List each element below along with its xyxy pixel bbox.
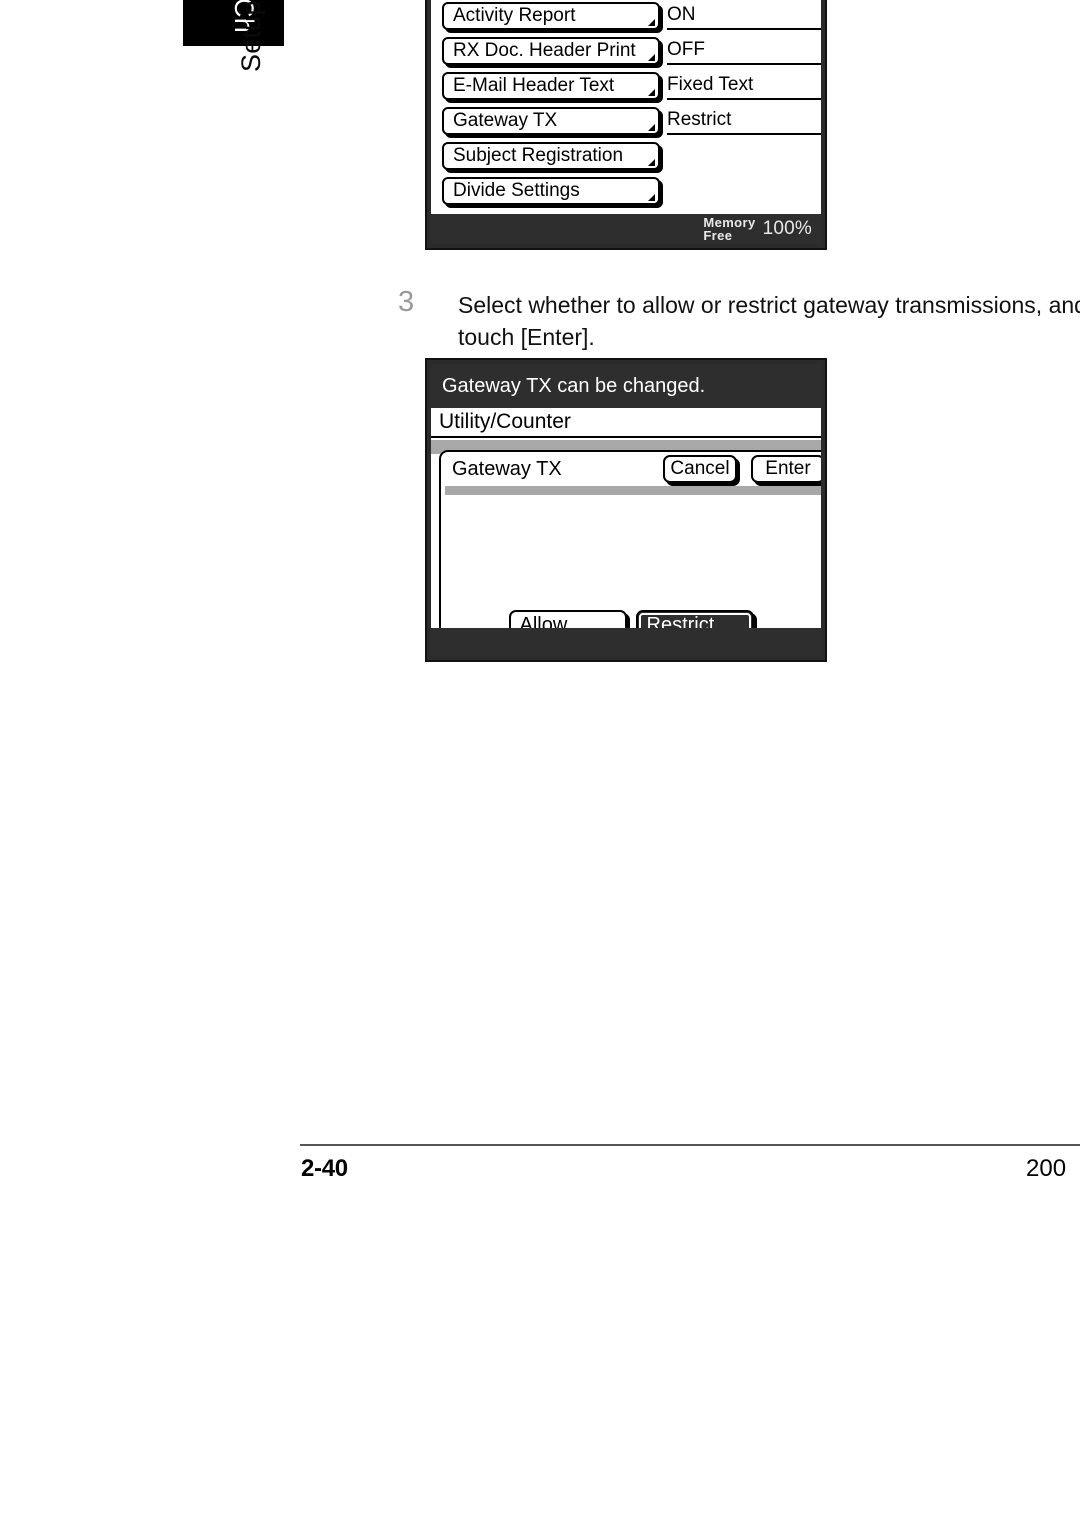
side-section-label: Setup: [236, 0, 266, 72]
dialog-header-underbar: [445, 486, 821, 495]
menu-button-activity-report[interactable]: Activity Report: [442, 2, 660, 30]
menu-button-rx-doc-header-print[interactable]: RX Doc. Header Print: [442, 37, 660, 65]
menu-button-label: Gateway TX: [453, 110, 558, 131]
cancel-button-label: Cancel: [670, 458, 730, 479]
step-number: 3: [398, 286, 415, 318]
step-text: Select whether to allow or restrict gate…: [458, 292, 1080, 350]
footer-divider: [300, 1144, 1080, 1146]
memory-label-line1: Memory: [703, 214, 756, 230]
memory-status-bar: Memory Free 100%: [431, 214, 821, 244]
setting-value-gateway-tx: Restrict: [667, 107, 821, 135]
menu-button-label: E-Mail Header Text: [453, 75, 615, 96]
gateway-tx-choice-group: Allow Restrict: [441, 610, 821, 628]
cancel-button[interactable]: Cancel: [663, 455, 737, 483]
memory-free-percent: 100%: [762, 218, 812, 239]
menu-button-label: Subject Registration: [453, 145, 624, 166]
setting-value-activity-report: ON: [667, 2, 821, 30]
menu-button-email-header-text[interactable]: E-Mail Header Text: [442, 72, 660, 100]
choice-button-restrict[interactable]: Restrict: [635, 610, 754, 629]
dialog-content-title: Gateway TX: [452, 457, 562, 480]
setting-value-email-header-text: Fixed Text: [667, 72, 821, 100]
table-row[interactable]: Subject Registration: [442, 142, 821, 172]
dialog-footer-bar: [431, 628, 821, 656]
dialog-message-bar: Gateway TX can be changed.: [431, 364, 821, 408]
table-row[interactable]: Divide Settings: [442, 177, 821, 207]
choice-button-label: Allow: [519, 613, 568, 629]
footer-year: 200: [1026, 1155, 1067, 1182]
memory-free-label: Memory Free: [703, 214, 756, 243]
page-number: 2-40: [301, 1155, 348, 1182]
choice-button-allow[interactable]: Allow: [508, 610, 627, 629]
dialog-title-utility-counter: Utility/Counter: [431, 408, 821, 438]
table-row[interactable]: RX Doc. Header Print OFF: [442, 37, 821, 67]
table-row[interactable]: E-Mail Header Text Fixed Text: [442, 72, 821, 102]
enter-button-label: Enter: [765, 458, 811, 479]
chapter-tab: Ch: [183, 0, 284, 46]
dialog-content-header: Gateway TX Cancel Enter: [441, 452, 821, 486]
settings-screen-inner: Activity Report ON RX Doc. Header Print …: [431, 0, 821, 244]
gateway-tx-dialog-inner: Gateway TX can be changed. Utility/Count…: [431, 364, 821, 656]
choice-button-label: Restrict: [646, 613, 715, 629]
menu-button-label: Activity Report: [453, 5, 576, 26]
table-row[interactable]: Activity Report ON: [442, 2, 821, 32]
menu-button-label: Divide Settings: [453, 180, 580, 201]
setting-value-subject-registration: [667, 142, 821, 170]
menu-button-label: RX Doc. Header Print: [453, 40, 636, 61]
memory-label-line2: Free: [703, 228, 733, 243]
table-row[interactable]: Gateway TX Restrict: [442, 107, 821, 137]
menu-button-divide-settings[interactable]: Divide Settings: [442, 177, 660, 205]
menu-button-gateway-tx[interactable]: Gateway TX: [442, 107, 660, 135]
enter-button[interactable]: Enter: [751, 455, 821, 483]
settings-list: Activity Report ON RX Doc. Header Print …: [431, 0, 821, 214]
gateway-tx-dialog-panel: Gateway TX can be changed. Utility/Count…: [425, 358, 827, 662]
dialog-content-area: Gateway TX Cancel Enter Allow Restrict: [439, 450, 821, 628]
setting-value-divide-settings: [667, 177, 821, 205]
menu-button-subject-registration[interactable]: Subject Registration: [442, 142, 660, 170]
settings-screen-panel: Activity Report ON RX Doc. Header Print …: [425, 0, 827, 250]
setting-value-rx-doc-header-print: OFF: [667, 37, 821, 65]
